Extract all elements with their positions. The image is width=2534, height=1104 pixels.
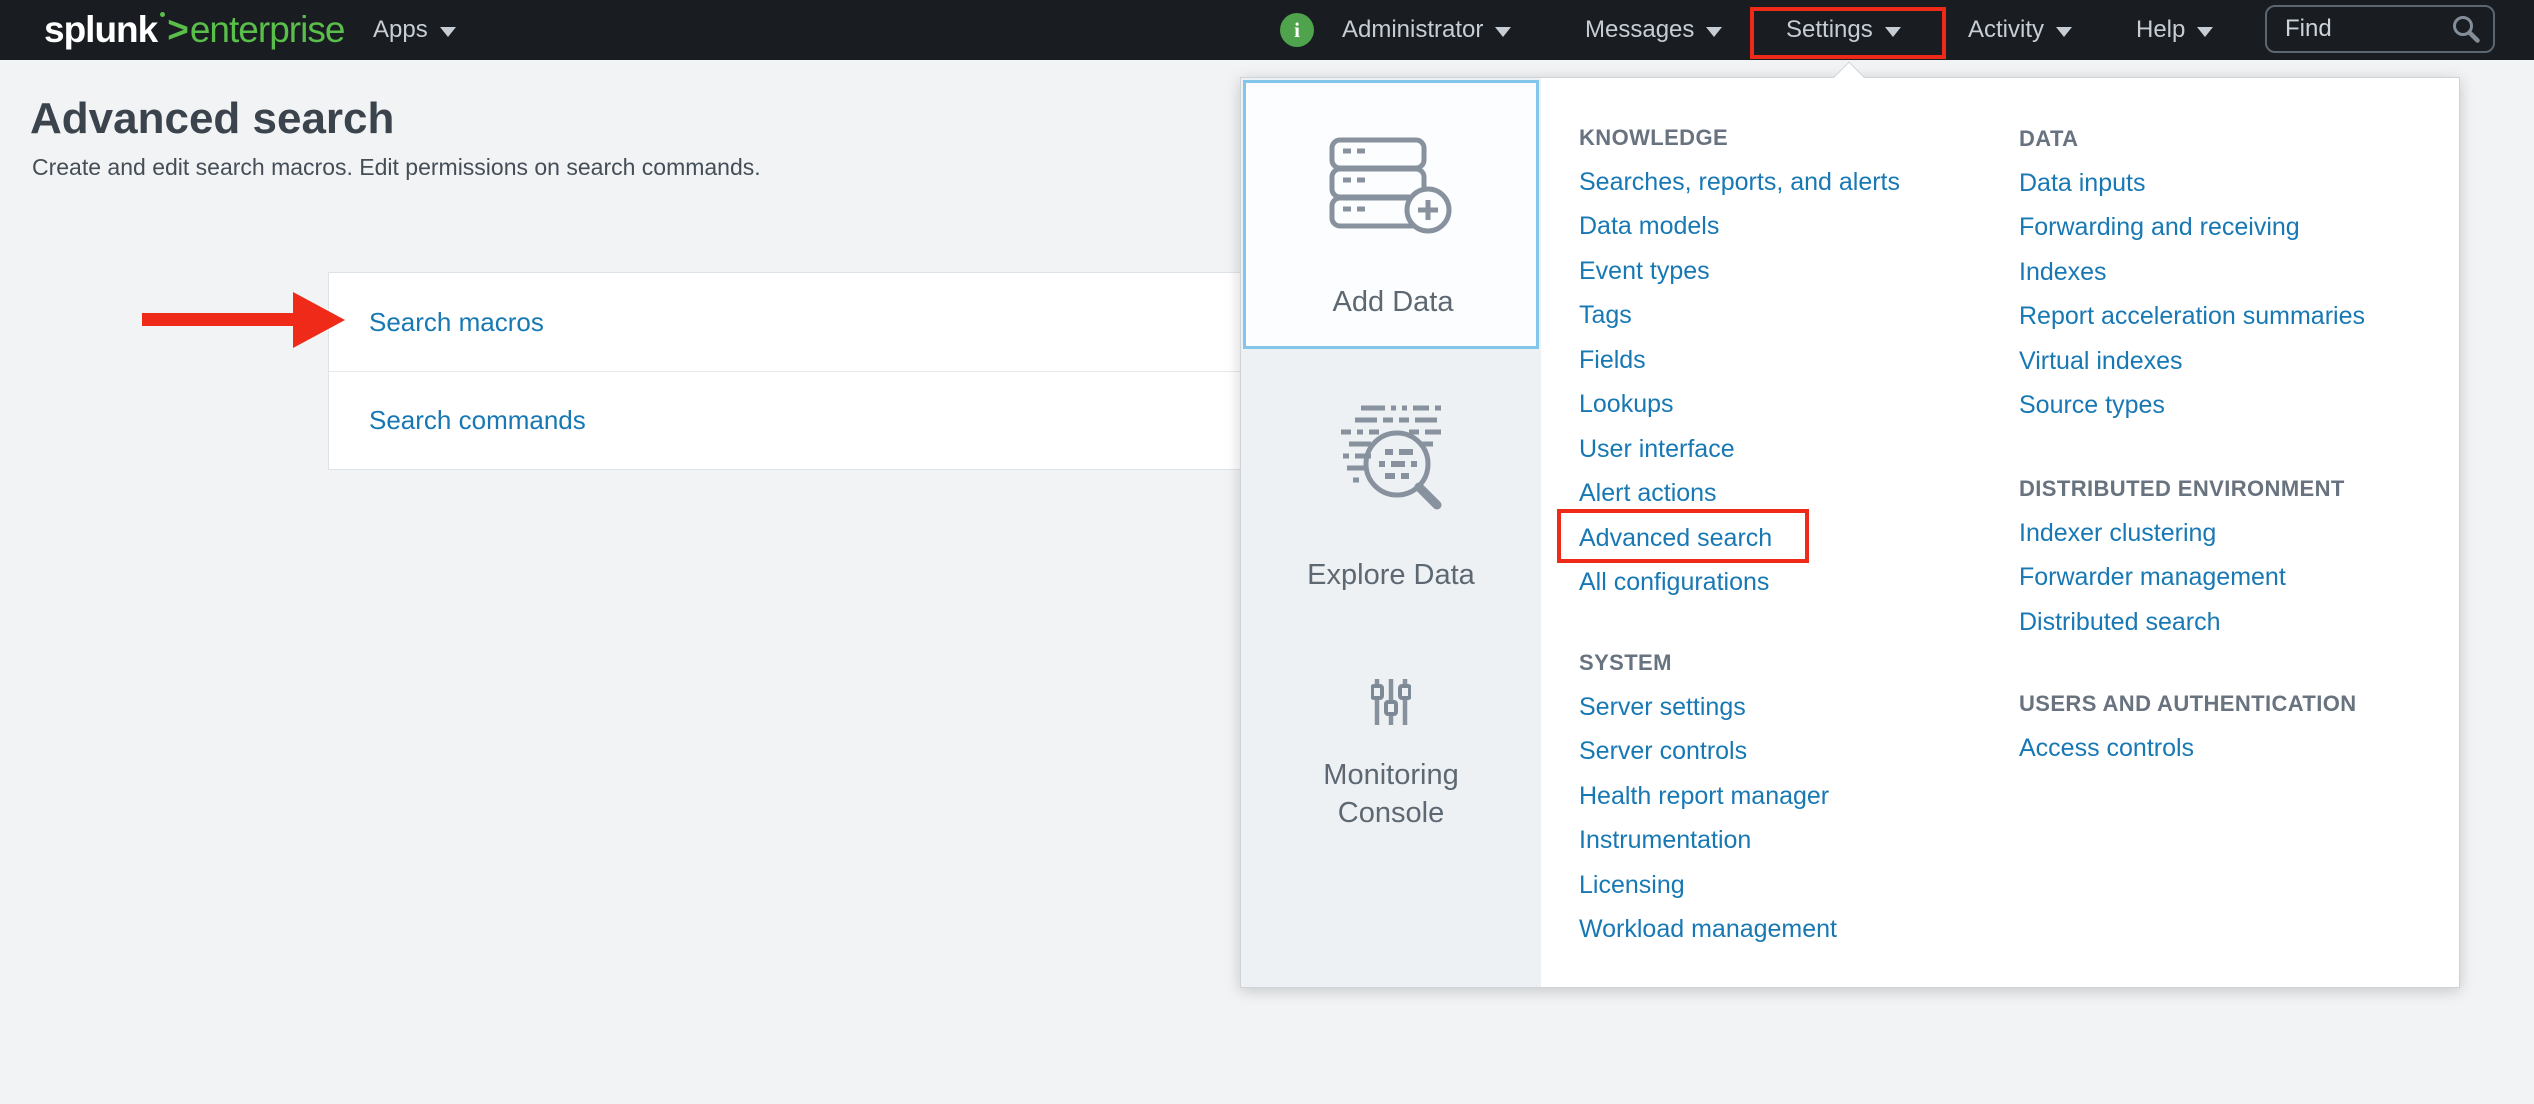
find-search-input[interactable] — [2267, 15, 2451, 43]
menu-item-forwarding-and-receiving[interactable]: Forwarding and receiving — [2019, 206, 2449, 251]
menu-section-distributed-environment: DISTRIBUTED ENVIRONMENT Indexer clusteri… — [2019, 467, 2449, 645]
chevron-down-icon — [2056, 27, 2072, 37]
menu-section-users-and-authentication: USERS AND AUTHENTICATION Access controls — [2019, 682, 2449, 771]
chevron-down-icon — [1706, 27, 1722, 37]
menu-item-lookups[interactable]: Lookups — [1579, 383, 2009, 428]
settings-dropdown-menu: Add Data Explore Data — [1240, 77, 2460, 988]
menu-section-system: SYSTEM Server settings Server controls H… — [1579, 641, 2009, 952]
settings-menu-label: Settings — [1786, 16, 1873, 44]
apps-menu-label: Apps — [373, 16, 428, 44]
menu-item-server-controls[interactable]: Server controls — [1579, 730, 2009, 775]
find-search-box[interactable] — [2265, 5, 2495, 53]
section-header: SYSTEM — [1579, 641, 2009, 685]
menu-item-data-inputs[interactable]: Data inputs — [2019, 161, 2449, 206]
menu-item-all-configurations[interactable]: All configurations — [1579, 561, 2009, 606]
info-icon[interactable]: i — [1280, 13, 1314, 47]
menu-item-user-interface[interactable]: User interface — [1579, 427, 2009, 472]
top-navigation-bar: splunk>enterprise Apps i Administrator M… — [0, 0, 2534, 60]
menu-item-workload-management[interactable]: Workload management — [1579, 908, 2009, 953]
logo-separator: > — [167, 9, 188, 51]
tile-add-data-label: Add Data — [1243, 283, 1543, 321]
menu-item-event-types[interactable]: Event types — [1579, 249, 2009, 294]
section-header: KNOWLEDGE — [1579, 116, 2009, 160]
page-subtitle: Create and edit search macros. Edit perm… — [32, 154, 761, 181]
menu-item-searches-reports-alerts[interactable]: Searches, reports, and alerts — [1579, 160, 2009, 205]
logo-brand-text: splunk — [44, 9, 157, 51]
logo-product-text: enterprise — [190, 9, 345, 51]
splunk-logo[interactable]: splunk>enterprise — [44, 0, 344, 60]
tile-monitoring-console[interactable]: Monitoring Console — [1291, 756, 1491, 832]
tile-explore-data[interactable]: Explore Data — [1241, 556, 1541, 594]
activity-menu[interactable]: Activity — [1968, 0, 2072, 60]
menu-item-health-report-manager[interactable]: Health report manager — [1579, 774, 2009, 819]
info-icon-letter: i — [1294, 18, 1300, 43]
menu-item-advanced-search[interactable]: Advanced search — [1579, 516, 2009, 561]
menu-item-fields[interactable]: Fields — [1579, 338, 2009, 383]
chevron-down-icon — [2197, 27, 2213, 37]
explore-data-icon — [1333, 403, 1449, 521]
administrator-menu[interactable]: Administrator — [1342, 0, 1511, 60]
menu-item-tags[interactable]: Tags — [1579, 294, 2009, 339]
apps-menu[interactable]: Apps — [373, 0, 456, 60]
help-menu-label: Help — [2136, 16, 2185, 44]
menu-section-data: DATA Data inputs Forwarding and receivin… — [2019, 117, 2449, 428]
menu-item-source-types[interactable]: Source types — [2019, 384, 2449, 429]
messages-menu[interactable]: Messages — [1585, 0, 1722, 60]
page-title: Advanced search — [30, 94, 394, 144]
menu-item-data-models[interactable]: Data models — [1579, 205, 2009, 250]
menu-item-alert-actions[interactable]: Alert actions — [1579, 472, 2009, 517]
monitoring-console-icon — [1371, 677, 1411, 727]
tile-add-data[interactable]: Add Data — [1243, 80, 1539, 349]
chevron-down-icon — [440, 27, 456, 37]
messages-menu-label: Messages — [1585, 16, 1694, 44]
chevron-down-icon — [1495, 27, 1511, 37]
red-arrow-head — [293, 292, 345, 348]
menu-item-virtual-indexes[interactable]: Virtual indexes — [2019, 339, 2449, 384]
menu-item-indexer-clustering[interactable]: Indexer clustering — [2019, 511, 2449, 556]
menu-item-forwarder-management[interactable]: Forwarder management — [2019, 556, 2449, 601]
menu-item-instrumentation[interactable]: Instrumentation — [1579, 819, 2009, 864]
search-macros-link[interactable]: Search macros — [369, 307, 544, 338]
menu-item-indexes[interactable]: Indexes — [2019, 250, 2449, 295]
help-menu[interactable]: Help — [2136, 0, 2213, 60]
administrator-menu-label: Administrator — [1342, 16, 1483, 44]
menu-item-server-settings[interactable]: Server settings — [1579, 685, 2009, 730]
menu-item-distributed-search[interactable]: Distributed search — [2019, 600, 2449, 645]
settings-menu-trigger[interactable]: Settings — [1786, 0, 1901, 60]
red-arrow-annotation — [142, 313, 297, 326]
menu-section-knowledge: KNOWLEDGE Searches, reports, and alerts … — [1579, 116, 2009, 605]
menu-item-licensing[interactable]: Licensing — [1579, 863, 2009, 908]
search-commands-link[interactable]: Search commands — [369, 405, 586, 436]
add-data-icon — [1328, 135, 1454, 235]
menu-item-report-acceleration-summaries[interactable]: Report acceleration summaries — [2019, 295, 2449, 340]
section-header: DISTRIBUTED ENVIRONMENT — [2019, 467, 2449, 511]
menu-item-access-controls[interactable]: Access controls — [2019, 726, 2449, 771]
dropdown-notch — [1833, 61, 1864, 92]
section-header: USERS AND AUTHENTICATION — [2019, 682, 2449, 726]
activity-menu-label: Activity — [1968, 16, 2044, 44]
section-header: DATA — [2019, 117, 2449, 161]
search-icon — [2451, 14, 2481, 44]
chevron-down-icon — [1885, 27, 1901, 37]
